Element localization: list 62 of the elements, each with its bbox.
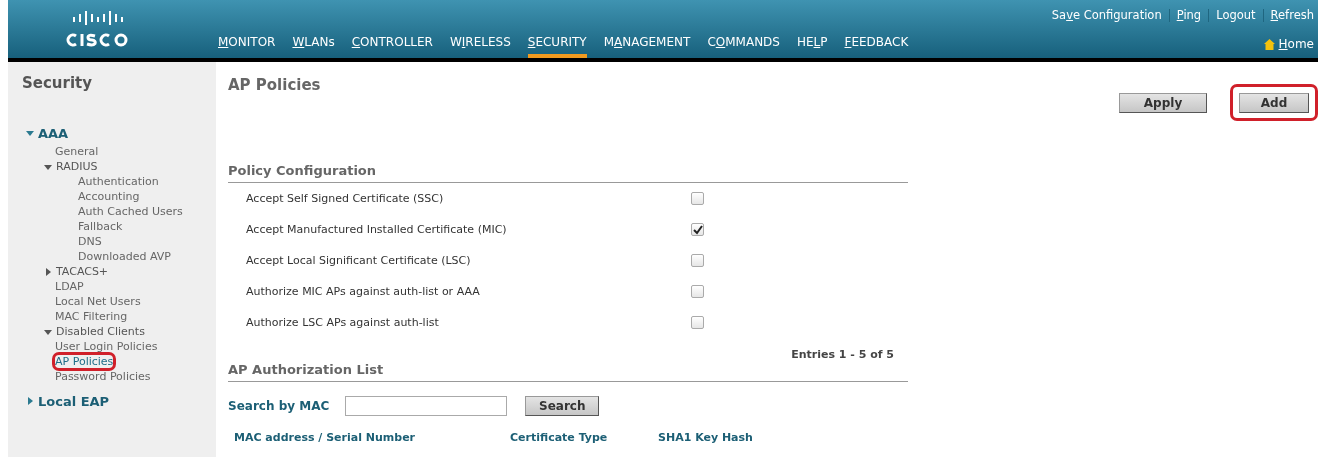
search-label: Search by MAC [228, 399, 330, 413]
expanded-arrow-icon[interactable] [44, 327, 52, 336]
action-button[interactable]: Apply [1119, 93, 1207, 113]
nav-tab[interactable]: WLANs [292, 30, 335, 58]
checkbox[interactable] [691, 192, 704, 205]
section-heading: AP Authorization List [228, 362, 384, 377]
top-link[interactable]: Logout [1216, 8, 1256, 22]
option-label: Accept Manufactured Installed Certificate (MIC) [246, 223, 508, 236]
top-link[interactable]: Refresh [1270, 8, 1314, 22]
logo-wordmark-icon [66, 33, 130, 47]
sidebar-item[interactable]: Local Net Users [55, 295, 141, 308]
option-label: Authorize LSC APs against auth-list [246, 316, 440, 329]
expanded-arrow-icon[interactable] [44, 162, 52, 171]
checkbox[interactable] [691, 316, 704, 329]
nav-tab[interactable]: HELP [796, 30, 828, 58]
sidebar-item[interactable]: User Login Policies [55, 340, 158, 353]
home-link[interactable]: Home [1278, 37, 1318, 51]
page-title: AP Policies [228, 76, 321, 96]
checkbox[interactable] [691, 223, 704, 236]
action-button[interactable]: Add [1239, 93, 1309, 113]
nav-tab[interactable]: CONTROLLER [351, 30, 433, 58]
entries-count: Entries 1 - 5 of 5 [791, 348, 895, 361]
option-label: Authorize MIC APs against auth-list or AAA [246, 285, 481, 298]
search-button[interactable]: Search [525, 396, 600, 416]
sidebar-item[interactable]: AP Policies [55, 355, 114, 368]
collapsed-arrow-icon[interactable] [44, 267, 52, 276]
sidebar-item[interactable]: Disabled Clients [56, 325, 145, 338]
sidebar-item[interactable]: AAA [38, 125, 69, 141]
sidebar-item[interactable]: DNS [78, 235, 102, 248]
option-label: Accept Local Significant Certificate (LSC) [246, 254, 472, 267]
sidebar-title: Security [22, 74, 94, 92]
sidebar-item[interactable]: Local EAP [38, 393, 110, 409]
nav-tab[interactable]: MONITOR [218, 30, 276, 58]
home-icon [1263, 38, 1275, 50]
sidebar-item[interactable]: Authentication [78, 175, 159, 188]
section-heading: Policy Configuration [228, 163, 377, 178]
column-header: Certificate Type [510, 431, 609, 444]
sidebar-item[interactable]: Accounting [78, 190, 140, 203]
nav-tab[interactable]: FEEDBACK [844, 30, 909, 58]
checkbox[interactable] [691, 254, 704, 267]
top-link[interactable]: Save Configuration [1051, 8, 1162, 22]
expanded-arrow-icon[interactable] [26, 129, 34, 137]
nav-tab[interactable]: COMMANDS [707, 30, 780, 58]
collapsed-arrow-icon[interactable] [26, 397, 34, 405]
sidebar-item[interactable]: General [55, 145, 99, 158]
top-link[interactable]: Ping [1176, 8, 1202, 22]
column-header: MAC address / Serial Number [234, 431, 417, 444]
sidebar-item[interactable]: Fallback [78, 220, 123, 233]
sidebar-item[interactable]: RADIUS [56, 160, 98, 173]
sidebar-item[interactable]: TACACS+ [56, 265, 109, 278]
sidebar-item[interactable]: Auth Cached Users [78, 205, 183, 218]
nav-tab[interactable]: WIRELESS [449, 30, 511, 58]
column-header: SHA1 Key Hash [658, 431, 753, 444]
logo-bars-icon [73, 11, 123, 25]
checkbox[interactable] [691, 285, 704, 298]
sidebar-item[interactable]: Downloaded AVP [78, 250, 171, 263]
nav-tab[interactable]: MANAGEMENT [603, 30, 691, 58]
option-label: Accept Self Signed Certificate (SSC) [246, 192, 445, 205]
sidebar-item[interactable]: MAC Filtering [55, 310, 128, 323]
sidebar-item[interactable]: Password Policies [55, 370, 151, 383]
sidebar-item[interactable]: LDAP [55, 280, 84, 293]
search-field[interactable] [345, 396, 508, 416]
